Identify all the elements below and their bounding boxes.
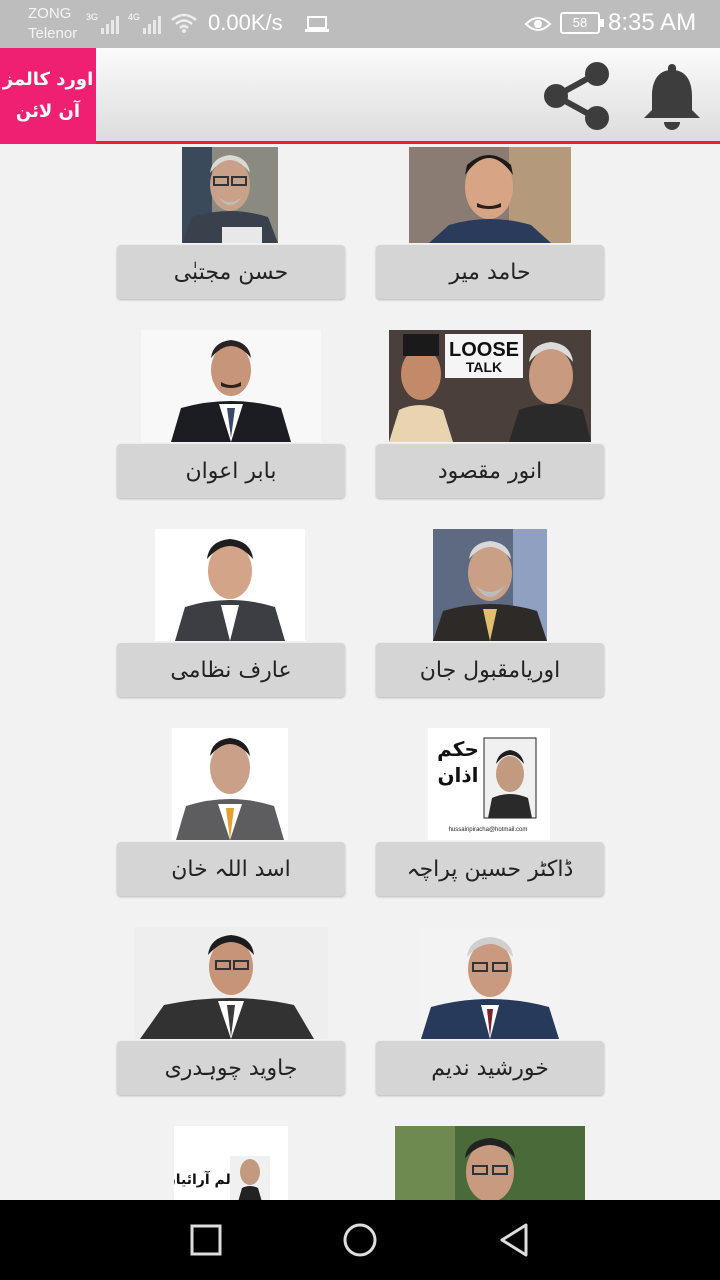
columnist-card[interactable]: حکم اذان hussainpiracha@hotmail.com ڈاکٹ… <box>376 728 604 896</box>
columnist-photo[interactable] <box>409 147 571 243</box>
columnist-grid: حامد میر حسن مجتبٰی LOOSE TALK انور مقصو… <box>0 147 720 1200</box>
columnist-card[interactable]: بابر اعوان <box>117 330 345 498</box>
columnist-photo[interactable] <box>421 927 559 1039</box>
wifi-icon <box>171 13 197 33</box>
columnist-name-button[interactable]: حامد میر <box>376 245 604 299</box>
clock: 8:35 AM <box>608 9 697 36</box>
share-icon[interactable] <box>540 60 614 132</box>
laptop-icon <box>305 16 329 32</box>
square-icon[interactable] <box>186 1220 226 1260</box>
eye-icon <box>524 17 552 31</box>
columnist-photo[interactable] <box>172 728 288 840</box>
columnist-photo[interactable] <box>182 147 278 243</box>
columnist-card[interactable]: جاوید چوہدری <box>117 927 345 1095</box>
columnist-name-button[interactable]: انور مقصود <box>376 444 604 498</box>
columnist-photo[interactable] <box>433 529 547 641</box>
app-logo[interactable]: اورد کالمز آن لائن <box>0 48 96 144</box>
columnist-name-button[interactable]: خورشید ندیم <box>376 1041 604 1095</box>
network-speed: 0.00K/s <box>208 10 283 35</box>
columnist-photo[interactable]: LOOSE TALK <box>389 330 591 442</box>
columnist-photo[interactable] <box>155 529 305 641</box>
photo-email: hussainpiracha@hotmail.com <box>449 827 528 833</box>
carrier-labels: ZONG Telenor <box>28 4 77 44</box>
battery-indicator: 58 <box>560 12 604 34</box>
triangle-back-icon[interactable] <box>494 1220 534 1260</box>
circle-icon[interactable] <box>340 1220 380 1260</box>
signal-2-icon: 4G <box>128 12 162 34</box>
carrier-2: Telenor <box>28 25 78 42</box>
columnist-card[interactable]: حامد میر <box>376 147 604 299</box>
logo-line-1: اورد کالمز <box>2 69 94 90</box>
columnist-photo[interactable] <box>395 1126 585 1200</box>
photo-text-hukm: حکم <box>437 737 479 761</box>
columnist-photo[interactable] <box>141 330 321 442</box>
status-bar: ZONG Telenor 3G 4G 0.00K/s 58 8:35 AM <box>0 0 720 48</box>
columnist-card[interactable]: حسن مجتبٰی <box>117 147 345 299</box>
columnist-name-button[interactable]: جاوید چوہدری <box>117 1041 345 1095</box>
columnist-card[interactable]: اوریامقبول جان <box>376 529 604 697</box>
loose-talk-text-1: LOOSE <box>449 339 519 361</box>
columnist-card[interactable]: LOOSE TALK انور مقصود <box>376 330 604 498</box>
signal-1-icon: 3G <box>86 12 120 34</box>
network-type-2: 4G <box>128 12 141 22</box>
columnist-photo[interactable] <box>134 927 328 1039</box>
columnist-card[interactable]: کالم آرائیاں <box>117 1126 345 1200</box>
columnist-name-button[interactable]: عارف نظامی <box>117 643 345 697</box>
columnist-name-button[interactable]: اوریامقبول جان <box>376 643 604 697</box>
columnist-card[interactable]: عارف نظامی <box>117 529 345 697</box>
columnist-name-button[interactable]: ڈاکٹر حسین پراچہ <box>376 842 604 896</box>
bell-icon[interactable] <box>640 62 704 130</box>
system-nav-bar <box>0 1200 720 1280</box>
network-type-1: 3G <box>86 12 99 22</box>
columnist-card[interactable]: اسد اللہ خان <box>117 728 345 896</box>
app-bar: اورد کالمز آن لائن <box>0 48 720 144</box>
columnist-name-button[interactable]: اسد اللہ خان <box>117 842 345 896</box>
columnist-name-button[interactable]: بابر اعوان <box>117 444 345 498</box>
columnist-card[interactable] <box>376 1126 604 1200</box>
columnist-photo[interactable]: حکم اذان hussainpiracha@hotmail.com <box>428 728 550 840</box>
logo-line-2: آن لائن <box>15 101 81 122</box>
columnist-card[interactable]: خورشید ندیم <box>376 927 604 1095</box>
columnist-name-button[interactable]: حسن مجتبٰی <box>117 245 345 299</box>
carrier-1: ZONG <box>28 5 72 22</box>
loose-talk-text-2: TALK <box>466 359 502 375</box>
columnist-photo[interactable]: کالم آرائیاں <box>174 1126 288 1200</box>
photo-text-azan: اذان <box>437 763 478 787</box>
